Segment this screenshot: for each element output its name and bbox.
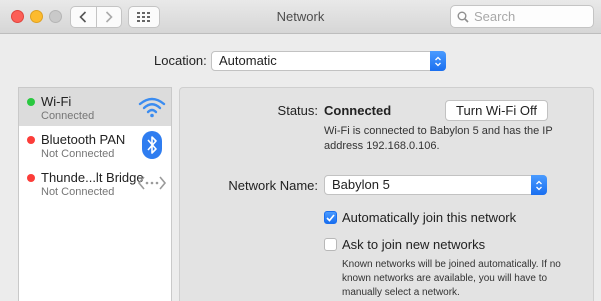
search-icon bbox=[457, 11, 469, 23]
service-status: Connected bbox=[41, 110, 95, 122]
grid-icon bbox=[137, 12, 150, 22]
auto-join-checkbox[interactable] bbox=[324, 211, 337, 224]
location-value: Automatic bbox=[219, 53, 277, 68]
service-name: Wi-Fi bbox=[41, 94, 72, 109]
ask-join-checkbox[interactable] bbox=[324, 238, 337, 251]
service-list: Wi-Fi Connected Bluetooth PAN Not Connec… bbox=[18, 87, 172, 301]
bluetooth-icon bbox=[137, 130, 167, 160]
service-name: Bluetooth PAN bbox=[41, 132, 126, 147]
minimize-window-button[interactable] bbox=[30, 10, 43, 23]
zoom-window-button[interactable] bbox=[49, 10, 62, 23]
title-bar: Network bbox=[0, 0, 601, 34]
wifi-icon bbox=[137, 92, 167, 122]
ask-join-label[interactable]: Ask to join new networks bbox=[342, 237, 485, 252]
navigation-buttons bbox=[70, 6, 122, 28]
ask-join-note: Known networks will be joined automatica… bbox=[342, 259, 561, 298]
status-label: Status: bbox=[277, 103, 318, 118]
location-select[interactable]: Automatic bbox=[211, 51, 446, 71]
service-status: Not Connected bbox=[41, 186, 115, 198]
service-item-wifi[interactable]: Wi-Fi Connected bbox=[19, 88, 171, 126]
checkmark-icon bbox=[326, 213, 335, 222]
network-name-label: Network Name: bbox=[228, 178, 318, 193]
service-status: Not Connected bbox=[41, 148, 115, 160]
close-window-button[interactable] bbox=[11, 10, 24, 23]
thunderbolt-bridge-icon bbox=[137, 168, 167, 198]
network-name-select[interactable]: Babylon 5 bbox=[324, 175, 547, 195]
search-field[interactable] bbox=[450, 5, 594, 28]
forward-button[interactable] bbox=[95, 7, 122, 27]
turn-wifi-off-button[interactable]: Turn Wi-Fi Off bbox=[445, 100, 548, 121]
auto-join-label[interactable]: Automatically join this network bbox=[342, 210, 516, 225]
status-description: Wi-Fi is connected to Babylon 5 and has … bbox=[324, 125, 553, 152]
network-name-value: Babylon 5 bbox=[332, 177, 390, 192]
service-item-thunderbolt-bridge[interactable]: Thunde...lt Bridge Not Connected bbox=[19, 164, 171, 202]
service-detail-pane: Status: Connected Turn Wi-Fi Off Wi-Fi i… bbox=[179, 87, 594, 301]
status-dot bbox=[27, 174, 35, 182]
location-label: Location: bbox=[154, 53, 207, 68]
status-dot bbox=[27, 98, 35, 106]
chevron-right-icon bbox=[105, 11, 113, 23]
service-name: Thunde...lt Bridge bbox=[41, 170, 144, 185]
status-value: Connected bbox=[324, 103, 392, 118]
updown-chevron-icon bbox=[531, 175, 547, 195]
back-button[interactable] bbox=[71, 7, 96, 27]
chevron-left-icon bbox=[79, 11, 87, 23]
status-dot bbox=[27, 136, 35, 144]
search-input[interactable] bbox=[474, 9, 584, 24]
service-item-bluetooth-pan[interactable]: Bluetooth PAN Not Connected bbox=[19, 126, 171, 164]
show-all-button[interactable] bbox=[128, 6, 160, 28]
updown-chevron-icon bbox=[430, 51, 446, 71]
